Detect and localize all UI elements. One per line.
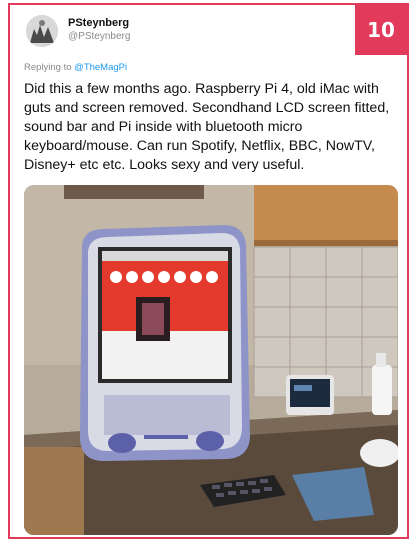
reply-target-link[interactable]: @TheMagPi (74, 62, 127, 73)
tweet-text: Did this a few months ago. Raspberry Pi … (24, 81, 390, 173)
author-handle[interactable]: @PSteynberg (68, 31, 130, 42)
replying-prefix: Replying to (24, 62, 75, 73)
tweet-photo[interactable] (24, 185, 398, 535)
tweet-card: 10 PSteynberg @PSteynberg Replying to @T… (8, 3, 409, 539)
number-badge: 10 (355, 5, 407, 55)
replying-to: Replying to @TheMagPi (24, 62, 127, 73)
author-name[interactable]: PSteynberg (68, 17, 129, 29)
avatar[interactable] (26, 15, 58, 47)
